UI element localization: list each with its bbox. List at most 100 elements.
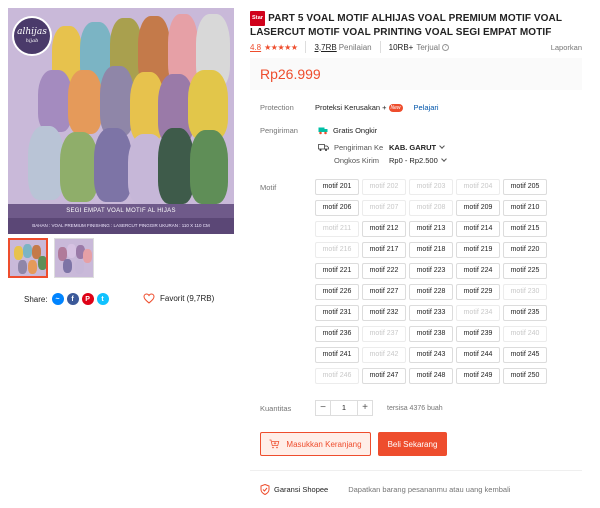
variation-option[interactable]: motif 214 xyxy=(456,221,500,237)
chevron-down-icon xyxy=(440,156,447,162)
variation-option[interactable]: motif 201 xyxy=(315,179,359,195)
variation-option: motif 208 xyxy=(409,200,453,216)
heart-icon xyxy=(143,293,155,304)
share-row: Share: ~ f P t xyxy=(24,293,109,305)
cart-icon xyxy=(269,439,280,449)
variation-option: motif 240 xyxy=(503,326,547,342)
divider xyxy=(379,41,381,53)
variation-option[interactable]: motif 225 xyxy=(503,263,547,279)
pinterest-icon[interactable]: P xyxy=(81,293,94,305)
variation-option: motif 207 xyxy=(362,200,406,216)
variation-option[interactable]: motif 212 xyxy=(362,221,406,237)
twitter-icon[interactable]: t xyxy=(96,293,109,305)
product-main-image[interactable]: alhijas hijab SEGI EMPAT VOAL MOTIF AL H… xyxy=(8,8,234,234)
divider xyxy=(250,470,582,471)
thumbnail-1[interactable] xyxy=(8,238,48,278)
ship-to-row[interactable]: Pengiriman Ke KAB. GARUT xyxy=(318,143,445,152)
shield-icon xyxy=(260,484,270,495)
variation-option[interactable]: motif 247 xyxy=(362,368,406,384)
info-icon[interactable]: ? xyxy=(441,43,449,51)
variation-option[interactable]: motif 238 xyxy=(409,326,453,342)
variation-option[interactable]: motif 241 xyxy=(315,347,359,363)
variation-option: motif 204 xyxy=(456,179,500,195)
shipping-cost-label: Ongkos Kirim xyxy=(334,156,380,165)
variation-option[interactable]: motif 248 xyxy=(409,368,453,384)
thumbnail-2[interactable] xyxy=(54,238,94,278)
favorite-button[interactable]: Favorit (9,7RB) xyxy=(143,293,214,304)
variation-label: Motif xyxy=(260,183,277,192)
scarf-graphic xyxy=(158,128,194,204)
variation-option[interactable]: motif 243 xyxy=(409,347,453,363)
scarf-graphic xyxy=(28,126,64,200)
variation-option[interactable]: motif 206 xyxy=(315,200,359,216)
protection-row: Proteksi Kerusakan + New Pelajari xyxy=(315,103,439,112)
add-to-cart-button[interactable]: Masukkan Keranjang xyxy=(260,432,371,456)
variation-option[interactable]: motif 227 xyxy=(362,284,406,300)
variation-option: motif 246 xyxy=(315,368,359,384)
brand-logo: alhijas hijab xyxy=(12,16,52,56)
variation-option[interactable]: motif 249 xyxy=(456,368,500,384)
variation-option[interactable]: motif 222 xyxy=(362,263,406,279)
facebook-icon[interactable]: f xyxy=(66,293,79,305)
variation-option[interactable]: motif 231 xyxy=(315,305,359,321)
review-label: Penilaian xyxy=(338,42,372,52)
quantity-input[interactable]: 1 xyxy=(331,400,357,416)
variation-option: motif 237 xyxy=(362,326,406,342)
learn-more-link[interactable]: Pelajari xyxy=(414,103,439,112)
variation-option[interactable]: motif 236 xyxy=(315,326,359,342)
variation-option[interactable]: motif 213 xyxy=(409,221,453,237)
share-label: Share: xyxy=(24,294,48,304)
image-sub-banner: BAHAN : VOAL PREMIUM FINISHING : LASERCU… xyxy=(8,218,234,234)
variation-option[interactable]: motif 228 xyxy=(409,284,453,300)
messenger-icon[interactable]: ~ xyxy=(51,293,64,305)
variation-option: motif 202 xyxy=(362,179,406,195)
variation-option[interactable]: motif 232 xyxy=(362,305,406,321)
scarf-graphic xyxy=(60,132,98,202)
variation-option[interactable]: motif 244 xyxy=(456,347,500,363)
variation-option[interactable]: motif 233 xyxy=(409,305,453,321)
shipping-label: Pengiriman xyxy=(260,126,298,135)
price-box: Rp26.999 xyxy=(250,58,582,90)
report-link[interactable]: Laporkan xyxy=(551,43,582,52)
variation-option[interactable]: motif 221 xyxy=(315,263,359,279)
variation-option: motif 203 xyxy=(409,179,453,195)
variation-option[interactable]: motif 205 xyxy=(503,179,547,195)
rating-stars-icon: ★★★★★ xyxy=(264,42,298,52)
variation-option[interactable]: motif 223 xyxy=(409,263,453,279)
buy-now-button[interactable]: Beli Sekarang xyxy=(378,432,447,456)
quantity-decrease-button[interactable]: − xyxy=(315,400,331,416)
scarf-graphic xyxy=(190,130,228,204)
quantity-increase-button[interactable]: + xyxy=(357,400,373,416)
variation-option[interactable]: motif 220 xyxy=(503,242,547,258)
guarantee-row[interactable]: Garansi Shopee Dapatkan barang pesananmu… xyxy=(260,484,510,495)
variation-option: motif 216 xyxy=(315,242,359,258)
protection-name: Proteksi Kerusakan + xyxy=(315,103,387,112)
variation-option[interactable]: motif 235 xyxy=(503,305,547,321)
guarantee-description: Dapatkan barang pesananmu atau uang kemb… xyxy=(348,485,511,494)
variation-option[interactable]: motif 209 xyxy=(456,200,500,216)
variation-option[interactable]: motif 215 xyxy=(503,221,547,237)
free-shipping-icon xyxy=(318,127,328,135)
variation-option[interactable]: motif 217 xyxy=(362,242,406,258)
add-to-cart-label: Masukkan Keranjang xyxy=(286,439,362,449)
variation-option[interactable]: motif 250 xyxy=(503,368,547,384)
sold-label: Terjual xyxy=(416,42,440,52)
rating-score[interactable]: 4.8 xyxy=(250,43,261,52)
product-title: Star PART 5 VOAL MOTIF ALHIJAS VOAL PREMI… xyxy=(250,11,570,39)
review-count[interactable]: 3,7RB xyxy=(314,43,336,52)
product-price: Rp26.999 xyxy=(260,66,321,82)
variation-option[interactable]: motif 239 xyxy=(456,326,500,342)
variation-option[interactable]: motif 224 xyxy=(456,263,500,279)
variation-option[interactable]: motif 229 xyxy=(456,284,500,300)
variation-option[interactable]: motif 210 xyxy=(503,200,547,216)
variation-option[interactable]: motif 219 xyxy=(456,242,500,258)
shipping-cost-row[interactable]: Ongkos Kirim Rp0 - Rp2.500 xyxy=(334,156,447,165)
protection-label: Protection xyxy=(260,103,294,112)
variation-option[interactable]: motif 226 xyxy=(315,284,359,300)
scarf-graphic xyxy=(94,128,132,202)
variation-option: motif 230 xyxy=(503,284,547,300)
variation-option[interactable]: motif 218 xyxy=(409,242,453,258)
variation-option: motif 242 xyxy=(362,347,406,363)
variation-option[interactable]: motif 245 xyxy=(503,347,547,363)
sold-count: 10RB+ xyxy=(388,42,414,52)
